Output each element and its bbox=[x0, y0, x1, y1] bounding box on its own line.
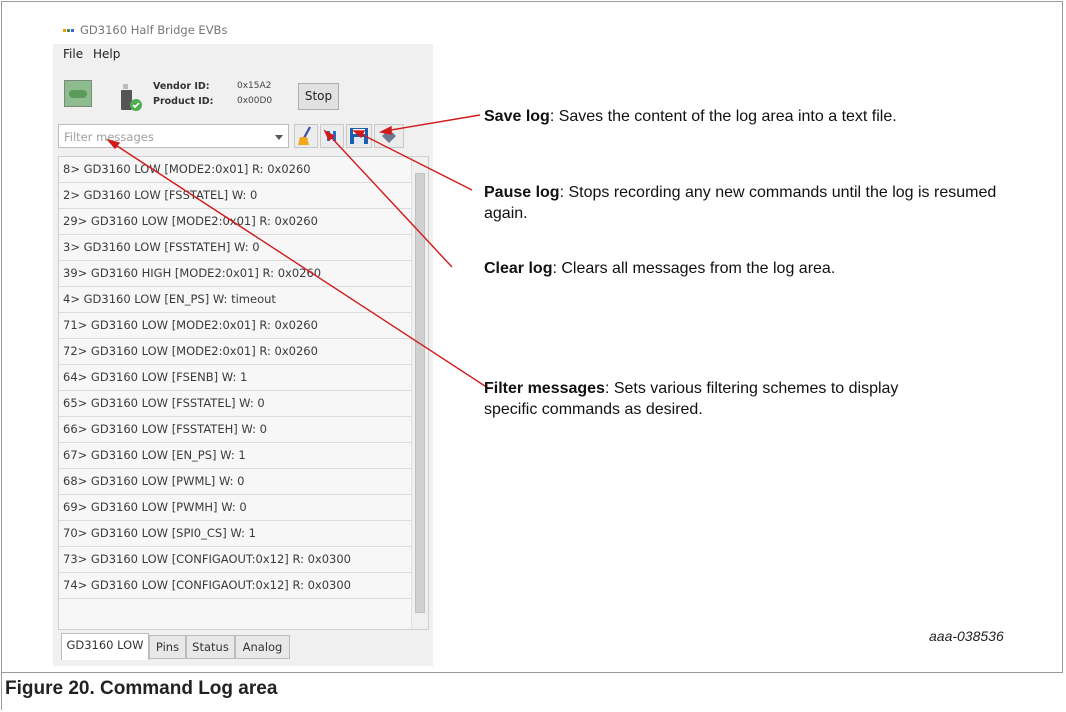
list-item[interactable]: 71> GD3160 LOW [MODE2:0x01] R: 0x0260 bbox=[59, 313, 411, 339]
list-item[interactable]: 69> GD3160 LOW [PWMH] W: 0 bbox=[59, 495, 411, 521]
stop-button[interactable]: Stop bbox=[298, 83, 339, 110]
callout-term: Filter messages bbox=[484, 380, 605, 397]
connect-toggle-button[interactable] bbox=[64, 80, 92, 107]
device-info-row: Vendor ID: 0x15A2 Product ID: 0x00D0 Sto… bbox=[53, 66, 433, 118]
list-item[interactable]: 73> GD3160 LOW [CONFIGAOUT:0x12] R: 0x03… bbox=[59, 547, 411, 573]
list-item[interactable]: 67> GD3160 LOW [EN_PS] W: 1 bbox=[59, 443, 411, 469]
app-icon bbox=[63, 29, 74, 32]
chevron-down-icon[interactable] bbox=[275, 135, 283, 140]
clear-log-button[interactable] bbox=[294, 124, 318, 148]
figure-frame: GD3160 Half Bridge EVBs File Help Vendor… bbox=[1, 1, 1063, 673]
menu-file[interactable]: File bbox=[63, 47, 83, 61]
vendor-id-value: 0x15A2 bbox=[237, 81, 272, 91]
product-id-label: Product ID: bbox=[153, 96, 214, 107]
floppy-disk-icon bbox=[350, 128, 368, 144]
filter-messages-callout: Filter messages: Sets various filtering … bbox=[484, 378, 954, 420]
product-id-value: 0x00D0 bbox=[237, 96, 273, 106]
diamond-icon bbox=[382, 129, 396, 143]
filter-messages-input[interactable]: Filter messages bbox=[58, 124, 289, 148]
pause-log-callout: Pause log: Stops recording any new comma… bbox=[484, 182, 1024, 224]
callout-text: : Saves the content of the log area into… bbox=[549, 108, 897, 125]
scrollbar-thumb[interactable] bbox=[415, 173, 425, 613]
caption-bar: Figure 20. Command Log area bbox=[1, 673, 1063, 710]
pause-icon bbox=[327, 131, 336, 141]
menu-help[interactable]: Help bbox=[93, 47, 120, 61]
figure-caption: Figure 20. Command Log area bbox=[5, 678, 278, 699]
toggle-icon bbox=[69, 90, 87, 98]
broom-icon bbox=[298, 126, 311, 145]
list-item[interactable]: 70> GD3160 LOW [SPI0_CS] W: 1 bbox=[59, 521, 411, 547]
menu-bar: File Help bbox=[53, 44, 433, 66]
callout-term: Clear log bbox=[484, 260, 553, 277]
tab-analog[interactable]: Analog bbox=[235, 635, 290, 659]
list-item[interactable]: 8> GD3160 LOW [MODE2:0x01] R: 0x0260 bbox=[59, 157, 411, 183]
callout-term: Save log bbox=[484, 108, 550, 125]
usb-device-icon bbox=[121, 84, 142, 111]
list-item[interactable]: 3> GD3160 LOW [FSSTATEH] W: 0 bbox=[59, 235, 411, 261]
callout-text: : Clears all messages from the log area. bbox=[552, 260, 836, 277]
tab-gd3160-low[interactable]: GD3160 LOW bbox=[61, 633, 149, 660]
list-item[interactable]: 29> GD3160 LOW [MODE2:0x01] R: 0x0260 bbox=[59, 209, 411, 235]
clear-log-callout: Clear log: Clears all messages from the … bbox=[484, 258, 1024, 279]
callout-text: : Stops recording any new commands until… bbox=[484, 184, 997, 222]
vendor-id-label: Vendor ID: bbox=[153, 81, 210, 92]
figure-id: aaa-038536 bbox=[929, 628, 1004, 644]
list-item[interactable]: 39> GD3160 HIGH [MODE2:0x01] R: 0x0260 bbox=[59, 261, 411, 287]
pause-log-button[interactable] bbox=[320, 124, 344, 148]
app-window: GD3160 Half Bridge EVBs File Help Vendor… bbox=[53, 16, 433, 666]
log-scrollbar[interactable] bbox=[411, 157, 428, 629]
filter-row: Filter messages bbox=[53, 119, 433, 151]
list-item[interactable]: 2> GD3160 LOW [FSSTATEL] W: 0 bbox=[59, 183, 411, 209]
list-item[interactable]: 66> GD3160 LOW [FSSTATEH] W: 0 bbox=[59, 417, 411, 443]
tab-status[interactable]: Status bbox=[186, 635, 235, 659]
title-bar: GD3160 Half Bridge EVBs bbox=[53, 16, 433, 44]
save-log-button[interactable] bbox=[346, 124, 372, 148]
extra-tool-button[interactable] bbox=[374, 124, 404, 148]
tab-pins[interactable]: Pins bbox=[149, 635, 186, 659]
list-item[interactable]: 4> GD3160 LOW [EN_PS] W: timeout bbox=[59, 287, 411, 313]
filter-placeholder: Filter messages bbox=[64, 130, 154, 144]
list-item[interactable]: 68> GD3160 LOW [PWML] W: 0 bbox=[59, 469, 411, 495]
list-item[interactable]: 65> GD3160 LOW [FSSTATEL] W: 0 bbox=[59, 391, 411, 417]
list-item[interactable]: 64> GD3160 LOW [FSENB] W: 1 bbox=[59, 365, 411, 391]
bottom-tab-bar: GD3160 LOW Pins Status Analog bbox=[58, 632, 429, 662]
list-item[interactable]: 74> GD3160 LOW [CONFIGAOUT:0x12] R: 0x03… bbox=[59, 573, 411, 599]
save-log-callout: Save log: Saves the content of the log a… bbox=[484, 106, 1024, 127]
callout-term: Pause log bbox=[484, 184, 560, 201]
window-title: GD3160 Half Bridge EVBs bbox=[80, 23, 228, 37]
list-item[interactable]: 72> GD3160 LOW [MODE2:0x01] R: 0x0260 bbox=[59, 339, 411, 365]
command-log-list[interactable]: 8> GD3160 LOW [MODE2:0x01] R: 0x0260 2> … bbox=[58, 156, 429, 630]
